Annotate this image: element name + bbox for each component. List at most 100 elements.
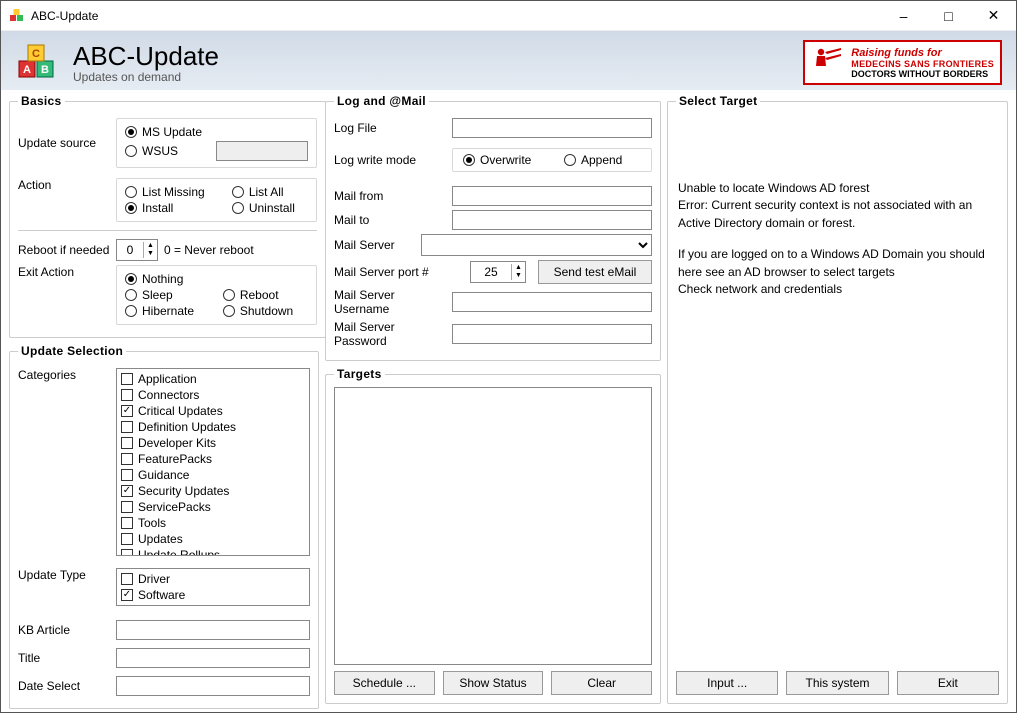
radio-list-missing[interactable]: List Missing — [125, 185, 218, 199]
mail-pass-label: Mail Server Password — [334, 320, 446, 348]
app-icon — [9, 8, 25, 24]
category-featurepacks[interactable]: FeaturePacks — [119, 451, 307, 467]
radio-uninstall[interactable]: Uninstall — [232, 201, 308, 215]
radio-append[interactable]: Append — [564, 153, 641, 167]
category-updates[interactable]: Updates — [119, 531, 307, 547]
update-source-label: Update source — [18, 136, 110, 150]
radio-shutdown[interactable]: Shutdown — [223, 304, 308, 318]
header: A B C ABC-Update Updates on demand Raisi… — [1, 31, 1016, 90]
minimize-button[interactable]: – — [881, 1, 926, 30]
mail-user-input[interactable] — [452, 292, 652, 312]
spin-up-icon[interactable]: ▲ — [144, 242, 157, 250]
radio-list-all[interactable]: List All — [232, 185, 308, 199]
checkbox-icon — [121, 533, 133, 545]
update-type-list[interactable]: DriverSoftware — [116, 568, 310, 606]
mail-to-input[interactable] — [452, 210, 652, 230]
checkbox-icon — [121, 549, 133, 556]
checkbox-icon — [121, 453, 133, 465]
checkbox-icon — [121, 589, 133, 601]
mail-from-input[interactable] — [452, 186, 652, 206]
targets-legend: Targets — [334, 367, 385, 381]
radio-overwrite[interactable]: Overwrite — [463, 153, 550, 167]
mail-server-label: Mail Server — [334, 238, 415, 252]
title-input[interactable] — [116, 648, 310, 668]
log-mail-legend: Log and @Mail — [334, 94, 429, 108]
mail-port-value[interactable] — [471, 262, 511, 282]
category-developer-kits[interactable]: Developer Kits — [119, 435, 307, 451]
reboot-spinner[interactable]: ▲▼ — [116, 239, 158, 261]
checkbox-icon — [121, 389, 133, 401]
category-servicepacks[interactable]: ServicePacks — [119, 499, 307, 515]
app-title: ABC-Update — [73, 41, 219, 72]
categories-list[interactable]: ApplicationConnectorsCritical UpdatesDef… — [116, 368, 310, 556]
radio-hibernate[interactable]: Hibernate — [125, 304, 209, 318]
reboot-value[interactable] — [117, 240, 143, 260]
exit-action-label: Exit Action — [18, 265, 110, 279]
exit-button[interactable]: Exit — [897, 671, 999, 695]
this-system-button[interactable]: This system — [786, 671, 888, 695]
category-security-updates[interactable]: Security Updates — [119, 483, 307, 499]
category-guidance[interactable]: Guidance — [119, 467, 307, 483]
mail-port-spinner[interactable]: ▲▼ — [470, 261, 526, 283]
update-selection-legend: Update Selection — [18, 344, 126, 358]
checkbox-icon — [121, 421, 133, 433]
svg-text:A: A — [23, 64, 31, 76]
kb-input[interactable] — [116, 620, 310, 640]
app-window: ABC-Update – □ ✕ A B C ABC-Update Update… — [0, 0, 1017, 713]
category-critical-updates[interactable]: Critical Updates — [119, 403, 307, 419]
show-status-button[interactable]: Show Status — [443, 671, 544, 695]
checkbox-icon — [121, 485, 133, 497]
mail-server-combo[interactable] — [421, 234, 652, 256]
send-test-button[interactable]: Send test eMail — [538, 260, 652, 284]
spin-down-icon[interactable]: ▼ — [512, 272, 525, 280]
radio-nothing[interactable]: Nothing — [125, 272, 209, 286]
title-label: Title — [18, 651, 110, 665]
category-application[interactable]: Application — [119, 371, 307, 387]
radio-sleep[interactable]: Sleep — [125, 288, 209, 302]
msf-line2: MEDECINS SANS FRONTIERES — [851, 59, 994, 69]
basics-group: Basics Update source MS Update WSUS Acti… — [9, 94, 326, 338]
update-type-label: Update Type — [18, 568, 110, 582]
category-definition-updates[interactable]: Definition Updates — [119, 419, 307, 435]
category-tools[interactable]: Tools — [119, 515, 307, 531]
reboot-label: Reboot if needed — [18, 243, 110, 257]
content: Basics Update source MS Update WSUS Acti… — [1, 90, 1016, 712]
select-target-group: Select Target Unable to locate Windows A… — [667, 94, 1008, 704]
select-target-legend: Select Target — [676, 94, 760, 108]
targets-group: Targets Schedule ... Show Status Clear — [325, 367, 661, 704]
category-update-rollups[interactable]: Update Rollups — [119, 547, 307, 556]
categories-label: Categories — [18, 368, 110, 382]
targets-list[interactable] — [334, 387, 652, 665]
reboot-hint: 0 = Never reboot — [164, 243, 254, 257]
mail-to-label: Mail to — [334, 213, 446, 227]
titlebar: ABC-Update – □ ✕ — [1, 1, 1016, 31]
checkbox-icon — [121, 405, 133, 417]
category-connectors[interactable]: Connectors — [119, 387, 307, 403]
maximize-button[interactable]: □ — [926, 1, 971, 30]
update-type-software[interactable]: Software — [119, 587, 307, 603]
checkbox-icon — [121, 501, 133, 513]
basics-legend: Basics — [18, 94, 65, 108]
msf-banner[interactable]: Raising funds for MEDECINS SANS FRONTIER… — [803, 40, 1002, 85]
log-mail-group: Log and @Mail Log File Log write mode Ov… — [325, 94, 661, 361]
radio-reboot[interactable]: Reboot — [223, 288, 308, 302]
spin-down-icon[interactable]: ▼ — [144, 250, 157, 258]
mail-port-label: Mail Server port # — [334, 265, 446, 279]
radio-install[interactable]: Install — [125, 201, 218, 215]
radio-ms-update[interactable]: MS Update — [125, 125, 202, 139]
close-button[interactable]: ✕ — [971, 1, 1016, 30]
date-input[interactable] — [116, 676, 310, 696]
update-selection-group: Update Selection Categories ApplicationC… — [9, 344, 319, 709]
spin-up-icon[interactable]: ▲ — [512, 264, 525, 272]
log-file-input[interactable] — [452, 118, 652, 138]
clear-button[interactable]: Clear — [551, 671, 652, 695]
wsus-input[interactable] — [216, 141, 308, 161]
log-file-label: Log File — [334, 121, 446, 135]
svg-text:B: B — [41, 64, 49, 76]
input-button[interactable]: Input ... — [676, 671, 778, 695]
update-type-driver[interactable]: Driver — [119, 571, 307, 587]
radio-wsus[interactable]: WSUS — [125, 141, 202, 161]
schedule-button[interactable]: Schedule ... — [334, 671, 435, 695]
action-label: Action — [18, 178, 110, 192]
mail-pass-input[interactable] — [452, 324, 652, 344]
